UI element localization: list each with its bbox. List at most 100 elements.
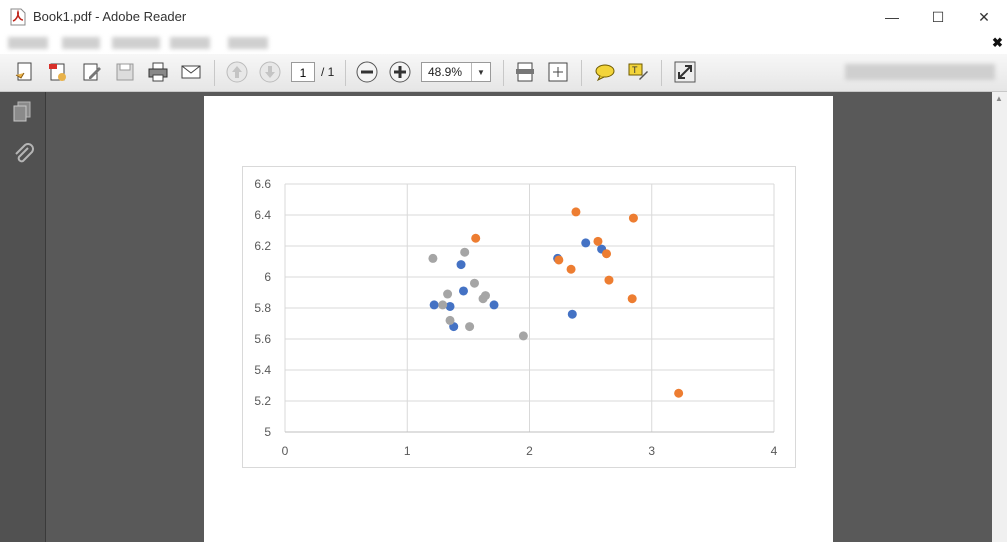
toolbar-separator bbox=[345, 60, 346, 86]
data-point bbox=[602, 249, 612, 259]
data-point bbox=[458, 286, 468, 296]
zoom-level-select[interactable]: 48.9% ▼ bbox=[421, 62, 491, 82]
y-tick-label: 6.4 bbox=[254, 208, 271, 222]
data-point bbox=[567, 309, 577, 319]
comment-icon bbox=[595, 64, 615, 82]
export-pdf-icon bbox=[49, 63, 66, 81]
blurred-menu-item bbox=[62, 37, 100, 49]
x-tick-label: 3 bbox=[648, 444, 655, 458]
x-tick-label: 2 bbox=[526, 444, 533, 458]
data-point bbox=[469, 278, 479, 288]
data-point bbox=[428, 253, 438, 263]
page-total-label: / 1 bbox=[321, 65, 335, 79]
create-pdf-icon bbox=[15, 62, 32, 81]
data-point bbox=[471, 233, 481, 243]
data-point bbox=[571, 207, 581, 217]
minimize-button[interactable]: — bbox=[869, 0, 915, 34]
title-bar: Book1.pdf - Adobe Reader — ☐ ✕ bbox=[0, 0, 1007, 34]
x-tick-label: 0 bbox=[282, 444, 289, 458]
pages-icon[interactable] bbox=[12, 100, 34, 124]
data-point bbox=[480, 291, 490, 301]
vertical-scrollbar[interactable]: ▲ bbox=[992, 92, 1007, 542]
maximize-button[interactable]: ☐ bbox=[915, 0, 961, 34]
y-tick-label: 5 bbox=[264, 425, 271, 439]
data-point bbox=[566, 264, 576, 274]
toolbar: 1 / 1 48.9% ▼ T bbox=[0, 54, 1007, 92]
chart-area bbox=[242, 166, 796, 468]
window-title: Book1.pdf - Adobe Reader bbox=[33, 9, 187, 24]
page-number-input[interactable]: 1 bbox=[291, 62, 315, 82]
chevron-down-icon[interactable]: ▼ bbox=[471, 63, 490, 81]
data-point bbox=[627, 294, 637, 304]
navigation-panel bbox=[0, 92, 46, 542]
y-tick-label: 6.2 bbox=[254, 239, 271, 253]
print-button[interactable] bbox=[146, 60, 170, 84]
data-point bbox=[554, 255, 564, 265]
data-point bbox=[593, 236, 603, 246]
page-down-icon bbox=[259, 61, 281, 83]
save-icon bbox=[116, 63, 134, 81]
highlight-button[interactable]: T bbox=[626, 60, 650, 84]
save-button[interactable] bbox=[113, 60, 137, 84]
page-up-icon bbox=[226, 61, 248, 83]
data-point bbox=[429, 300, 439, 310]
data-point bbox=[443, 289, 453, 299]
edit-icon bbox=[83, 63, 101, 81]
fit-page-button[interactable] bbox=[513, 60, 537, 84]
menu-strip bbox=[0, 34, 1007, 52]
document-close-icon[interactable]: ✖ bbox=[992, 35, 1003, 51]
zoom-out-button[interactable] bbox=[355, 60, 379, 84]
y-tick-label: 6.6 bbox=[254, 177, 271, 191]
y-tick-label: 5.2 bbox=[254, 394, 271, 408]
y-tick-label: 6 bbox=[264, 270, 271, 284]
blurred-menu-item bbox=[228, 37, 268, 49]
data-point bbox=[465, 322, 475, 332]
scatter-chart: 5 5.2 5.4 5.6 5.8 6 6.2 6.4 6.6 0 1 2 3 4 bbox=[242, 166, 796, 468]
pdf-page: 5 5.2 5.4 5.6 5.8 6 6.2 6.4 6.6 0 1 2 3 4 bbox=[204, 96, 833, 542]
document-area: 5 5.2 5.4 5.6 5.8 6 6.2 6.4 6.6 0 1 2 3 4 bbox=[46, 92, 992, 542]
data-point bbox=[628, 213, 638, 223]
attachments-icon[interactable] bbox=[12, 142, 34, 166]
data-point bbox=[438, 300, 448, 310]
page-down-button[interactable] bbox=[258, 60, 282, 84]
maximize-icon: ☐ bbox=[931, 8, 945, 25]
fit-page-icon bbox=[516, 62, 534, 82]
zoom-in-icon bbox=[389, 61, 411, 83]
x-tick-label: 4 bbox=[771, 444, 778, 458]
pdf-file-icon bbox=[10, 8, 26, 26]
blurred-menu-item bbox=[112, 37, 160, 49]
fullscreen-button[interactable] bbox=[673, 60, 697, 84]
fullscreen-icon bbox=[674, 61, 696, 83]
zoom-in-button[interactable] bbox=[388, 60, 412, 84]
data-point bbox=[456, 260, 466, 270]
scroll-up-icon[interactable]: ▲ bbox=[995, 94, 1003, 103]
edit-button[interactable] bbox=[80, 60, 104, 84]
minimize-icon: — bbox=[885, 9, 899, 25]
data-point bbox=[581, 238, 591, 248]
toolbar-separator bbox=[503, 60, 504, 86]
email-icon bbox=[181, 65, 201, 79]
fit-width-button[interactable] bbox=[546, 60, 570, 84]
zoom-level-value: 48.9% bbox=[428, 65, 463, 79]
blurred-menu-item bbox=[8, 37, 48, 49]
x-tick-label: 1 bbox=[404, 444, 411, 458]
print-icon bbox=[148, 62, 168, 82]
zoom-out-icon bbox=[356, 61, 378, 83]
y-tick-label: 5.6 bbox=[254, 332, 271, 346]
create-pdf-button[interactable] bbox=[13, 60, 37, 84]
blurred-search-box bbox=[845, 64, 995, 80]
close-icon: ✕ bbox=[978, 8, 990, 25]
comment-button[interactable] bbox=[593, 60, 617, 84]
close-button[interactable]: ✕ bbox=[961, 0, 1007, 34]
toolbar-separator bbox=[214, 60, 215, 86]
data-point bbox=[460, 247, 470, 257]
data-point bbox=[674, 388, 684, 398]
y-tick-label: 5.8 bbox=[254, 301, 271, 315]
data-point bbox=[489, 300, 499, 310]
email-button[interactable] bbox=[179, 60, 203, 84]
highlight-icon: T bbox=[628, 63, 648, 80]
page-up-button[interactable] bbox=[225, 60, 249, 84]
data-point bbox=[604, 275, 614, 285]
data-point bbox=[518, 331, 528, 341]
export-pdf-button[interactable] bbox=[46, 60, 70, 84]
